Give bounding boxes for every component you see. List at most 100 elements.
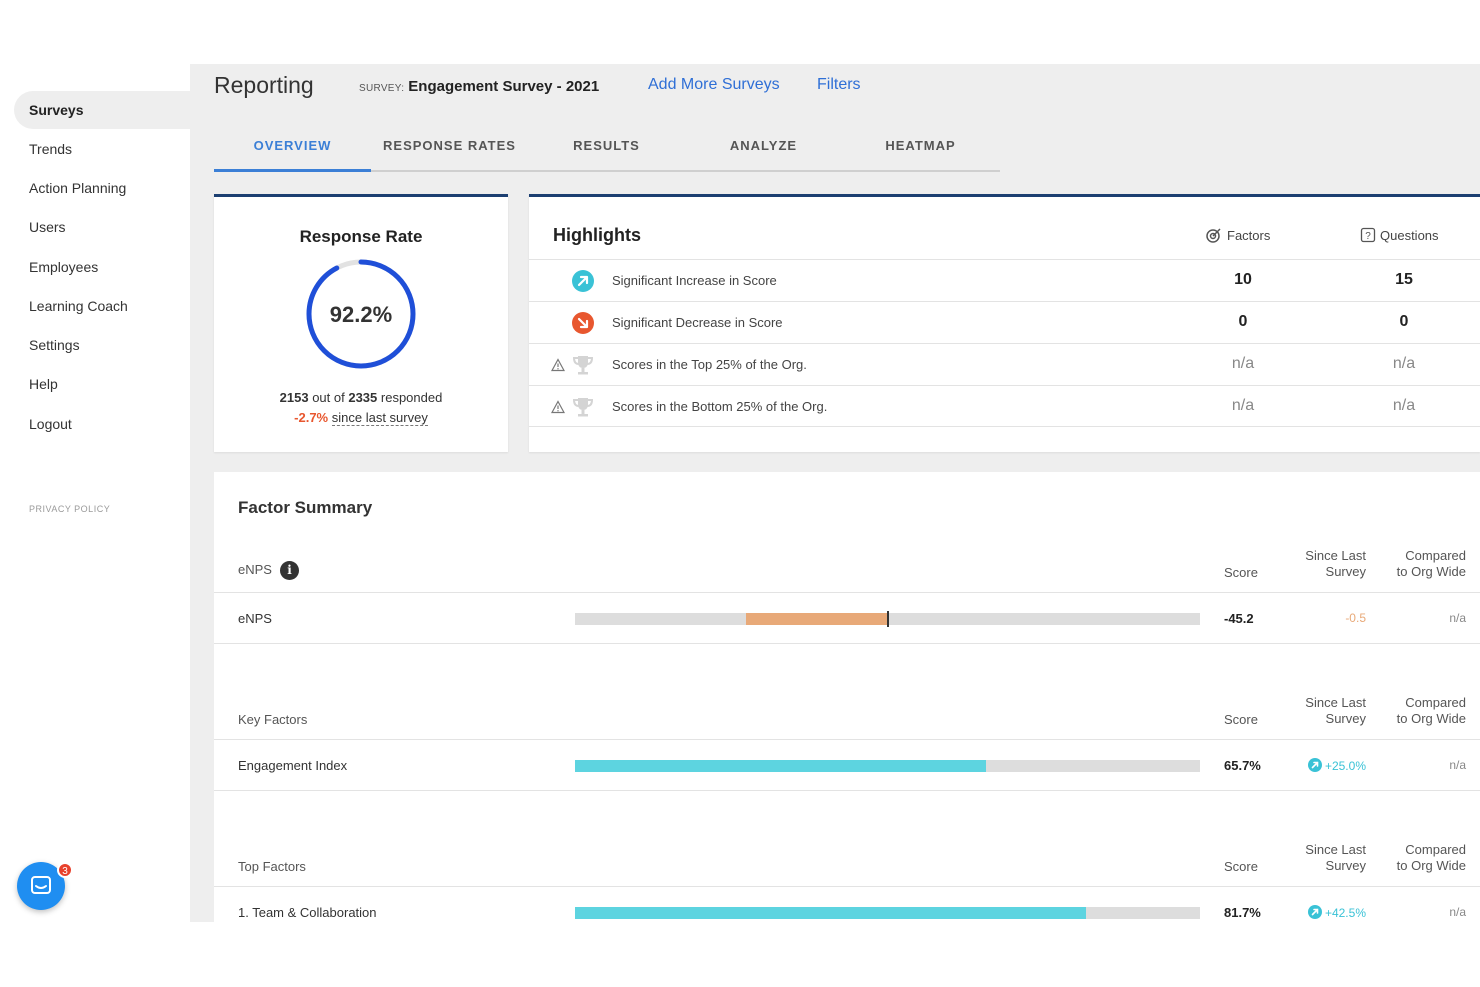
tab-response-rates[interactable]: RESPONSE RATES xyxy=(371,138,528,172)
sidebar-item-logout[interactable]: Logout xyxy=(14,405,190,443)
trophy-icon xyxy=(572,398,594,417)
filters-link[interactable]: Filters xyxy=(817,76,861,94)
factor-score-bar xyxy=(575,760,1200,772)
factor-score-fill xyxy=(746,613,888,625)
total-count: 2335 xyxy=(348,390,378,405)
sidebar-item-employees[interactable]: Employees xyxy=(14,248,190,286)
out-of-label: out of xyxy=(312,390,345,405)
org-wide-column-header: Compared to Org Wide xyxy=(1396,548,1466,579)
increase-arrow-icon xyxy=(572,270,594,292)
factor-score-bar xyxy=(575,907,1200,919)
factor-score: 65.7% xyxy=(1224,758,1261,773)
info-icon[interactable]: i xyxy=(279,561,299,580)
response-count-text: 2153 out of 2335 responded xyxy=(214,390,508,405)
factor-org-comparison: n/a xyxy=(1449,758,1466,772)
group-name: Key Factors xyxy=(238,712,308,727)
group-header-enps: eNPS i Score Since Last Survey Compared to … xyxy=(214,542,1480,592)
group-name: Top Factors xyxy=(238,859,306,874)
response-rate-card: Response Rate 92.2% 2153 out of 2335 res… xyxy=(214,194,508,452)
sidebar-item-help[interactable]: Help xyxy=(14,365,190,403)
factor-row-engagement-index[interactable]: Engagement Index 65.7% +25.0% n/a xyxy=(214,739,1480,791)
questions-column-header: ? Questions xyxy=(1360,227,1439,243)
zero-marker xyxy=(886,611,889,627)
highlight-factors-count: 0 xyxy=(1238,313,1248,330)
since-last-survey-column-header: Since Last Survey xyxy=(1305,842,1366,873)
highlight-label: Significant Decrease in Score xyxy=(612,315,783,330)
factor-since-change: +25.0% xyxy=(1282,758,1366,773)
survey-prefix-label: SURVEY: xyxy=(359,83,405,94)
survey-selector[interactable]: SURVEY: Engagement Survey - 2021 xyxy=(359,78,599,95)
tab-overview[interactable]: OVERVIEW xyxy=(214,138,371,172)
highlight-questions-count: 15 xyxy=(1395,271,1413,288)
increase-arrow-icon xyxy=(1307,905,1322,919)
increase-arrow-icon xyxy=(1307,758,1322,772)
main-content: Reporting SURVEY: Engagement Survey - 202… xyxy=(190,64,1480,922)
sidebar: Surveys Trends Action Planning Users Emp… xyxy=(0,64,190,922)
factor-name: 1. Team & Collaboration xyxy=(238,905,377,920)
chat-notification-badge: 3 xyxy=(57,862,73,878)
group-header-top-factors: Top Factors Score Since Last Survey Compa… xyxy=(214,836,1480,886)
highlight-row-top-25[interactable]: Scores in the Top 25% of the Org. n/a n/… xyxy=(529,343,1480,385)
highlight-questions-count: n/a xyxy=(1392,397,1416,414)
factor-since-change: -0.5 xyxy=(1345,611,1366,625)
factor-row-team-collaboration[interactable]: 1. Team & Collaboration 81.7% +42.5% n/a xyxy=(214,886,1480,922)
sidebar-item-trends[interactable]: Trends xyxy=(14,130,190,168)
sidebar-item-surveys[interactable]: Surveys xyxy=(14,91,190,129)
score-column-header: Score xyxy=(1224,859,1258,874)
highlight-label: Significant Increase in Score xyxy=(612,273,777,288)
response-rate-value: 92.2% xyxy=(329,302,393,327)
highlight-label: Scores in the Top 25% of the Org. xyxy=(612,357,807,372)
highlight-row-bottom-25[interactable]: Scores in the Bottom 25% of the Org. n/a… xyxy=(529,385,1480,427)
add-more-surveys-link[interactable]: Add More Surveys xyxy=(648,76,780,94)
report-tabs: OVERVIEW RESPONSE RATES RESULTS ANALYZE … xyxy=(214,128,1000,172)
warning-icon xyxy=(551,358,565,372)
factor-name: eNPS xyxy=(238,611,272,626)
trophy-icon xyxy=(572,356,594,375)
factor-row-enps[interactable]: eNPS -45.2 -0.5 n/a xyxy=(214,592,1480,644)
questions-label: Questions xyxy=(1380,228,1439,243)
highlight-factors-count: n/a xyxy=(1231,397,1255,414)
factor-org-comparison: n/a xyxy=(1449,611,1466,625)
org-wide-column-header: Compared to Org Wide xyxy=(1396,695,1466,726)
highlights-title: Highlights xyxy=(553,225,641,245)
responded-count: 2153 xyxy=(279,390,309,405)
response-change-text: -2.7% since last survey xyxy=(214,410,508,426)
sidebar-item-learning-coach[interactable]: Learning Coach xyxy=(14,287,190,325)
factor-name: Engagement Index xyxy=(238,758,348,773)
tab-analyze[interactable]: ANALYZE xyxy=(685,138,842,172)
privacy-policy-link[interactable]: PRIVACY POLICY xyxy=(29,504,110,514)
factor-summary-card: Factor Summary eNPS i Score Since Last Sur… xyxy=(214,472,1480,922)
sidebar-item-settings[interactable]: Settings xyxy=(14,326,190,364)
factor-score-bar xyxy=(575,611,1200,627)
survey-name: Engagement Survey - 2021 xyxy=(408,78,600,95)
decrease-arrow-icon xyxy=(572,312,594,334)
responded-label: responded xyxy=(380,390,443,405)
factors-column-header: Factors xyxy=(1205,227,1270,243)
factor-summary-title: Factor Summary xyxy=(238,498,373,517)
sidebar-item-action-planning[interactable]: Action Planning xyxy=(14,169,190,207)
score-column-header: Score xyxy=(1224,565,1258,580)
factor-score-fill xyxy=(575,760,986,772)
page-title: Reporting xyxy=(214,72,314,98)
org-wide-column-header: Compared to Org Wide xyxy=(1396,842,1466,873)
since-last-survey-column-header: Since Last Survey xyxy=(1305,695,1366,726)
tab-heatmap[interactable]: HEATMAP xyxy=(842,138,999,172)
sidebar-item-users[interactable]: Users xyxy=(14,208,190,246)
warning-icon xyxy=(551,400,565,414)
highlights-card: Highlights Factors ? Questions Significa… xyxy=(529,194,1480,452)
svg-text:?: ? xyxy=(1365,231,1371,242)
tab-results[interactable]: RESULTS xyxy=(528,138,685,172)
score-column-header: Score xyxy=(1224,712,1258,727)
question-icon: ? xyxy=(1360,227,1376,243)
highlight-questions-count: n/a xyxy=(1392,355,1416,372)
highlight-row-decrease[interactable]: Significant Decrease in Score 0 0 xyxy=(529,301,1480,343)
highlight-row-increase[interactable]: Significant Increase in Score 10 15 xyxy=(529,259,1480,301)
highlight-factors-count: 10 xyxy=(1234,271,1252,288)
since-last-survey-label[interactable]: since last survey xyxy=(331,410,428,426)
highlight-questions-count: 0 xyxy=(1399,313,1409,330)
factor-since-change: +42.5% xyxy=(1282,905,1366,920)
factors-label: Factors xyxy=(1227,228,1271,243)
factor-score: -45.2 xyxy=(1224,611,1254,626)
factor-score-fill xyxy=(575,907,1086,919)
target-icon xyxy=(1206,228,1221,243)
